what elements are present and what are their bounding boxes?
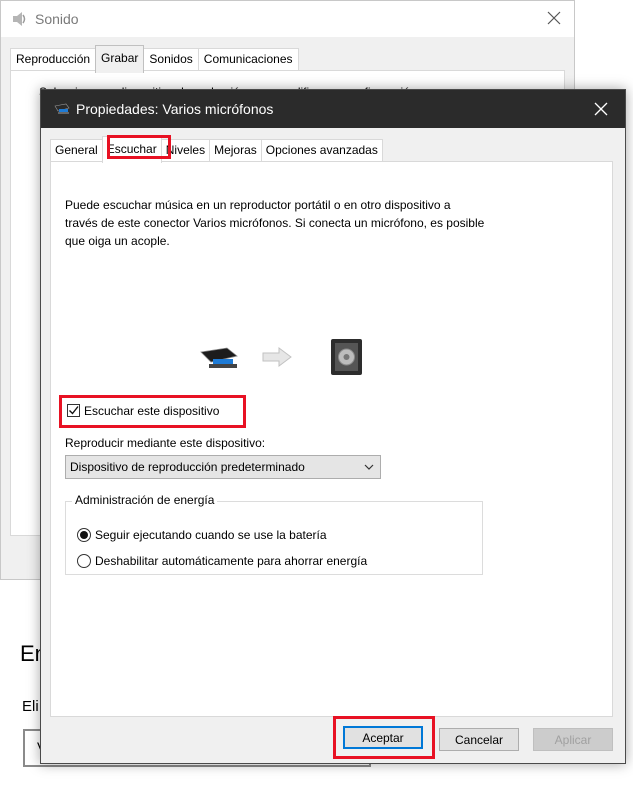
- speaker-icon: [13, 12, 26, 26]
- tab-mejoras[interactable]: Mejoras: [209, 139, 262, 161]
- sound-window-tabs: Reproducción Grabar Sonidos Comunicacion…: [10, 45, 299, 73]
- tab-opciones-avanzadas[interactable]: Opciones avanzadas: [260, 139, 383, 161]
- playback-device-label: Reproducir mediante este dispositivo:: [65, 436, 266, 450]
- arrow-right-icon: [262, 347, 292, 367]
- playback-device-select[interactable]: Dispositivo de reproducción predetermina…: [65, 455, 381, 479]
- properties-dialog: Propiedades: Varios micrófonos General E…: [40, 89, 626, 764]
- listen-checkbox[interactable]: [67, 404, 80, 417]
- tab-escuchar[interactable]: Escuchar: [101, 136, 162, 163]
- tab-comunicaciones[interactable]: Comunicaciones: [197, 48, 299, 71]
- keep-running-radio[interactable]: [77, 528, 91, 542]
- chevron-down-icon: [364, 464, 374, 470]
- checkmark-icon: [69, 406, 79, 415]
- tab-general[interactable]: General: [50, 139, 103, 161]
- sound-window-titlebar: Sonido: [1, 1, 574, 37]
- microphone-device-icon: [200, 347, 238, 368]
- escuchar-panel: Puede escuchar música en un reproductor …: [50, 161, 613, 717]
- close-icon[interactable]: [545, 9, 563, 27]
- auto-disable-label[interactable]: Deshabilitar automáticamente para ahorra…: [95, 554, 367, 568]
- microphone-icon: [54, 103, 70, 114]
- close-icon[interactable]: [593, 101, 609, 117]
- dialog-titlebar: Propiedades: Varios micrófonos: [41, 90, 625, 128]
- power-management-title: Administración de energía: [72, 493, 218, 507]
- page-subtext-partial: Eli: [22, 698, 39, 715]
- playback-device-value: Dispositivo de reproducción predetermina…: [70, 460, 305, 474]
- listen-checkbox-label[interactable]: Escuchar este dispositivo: [84, 404, 219, 418]
- tab-sonidos[interactable]: Sonidos: [143, 48, 199, 71]
- tab-grabar[interactable]: Grabar: [95, 45, 145, 73]
- listen-description: Puede escuchar música en un reproductor …: [65, 198, 485, 248]
- power-management-group: Administración de energía Seguir ejecuta…: [65, 493, 483, 575]
- cancel-button[interactable]: Cancelar: [439, 728, 519, 751]
- keep-running-label[interactable]: Seguir ejecutando cuando se use la bater…: [95, 528, 327, 542]
- dialog-tabs: General Escuchar Niveles Mejoras Opcione…: [50, 136, 383, 163]
- ok-button[interactable]: Aceptar: [343, 726, 423, 749]
- tab-reproduccion[interactable]: Reproducción: [10, 48, 97, 71]
- tab-niveles[interactable]: Niveles: [160, 139, 211, 161]
- sound-window-title: Sonido: [35, 11, 79, 27]
- apply-button[interactable]: Aplicar: [533, 728, 613, 751]
- auto-disable-radio[interactable]: [77, 554, 91, 568]
- speaker-device-icon: [331, 339, 362, 375]
- dialog-title: Propiedades: Varios micrófonos: [76, 101, 274, 117]
